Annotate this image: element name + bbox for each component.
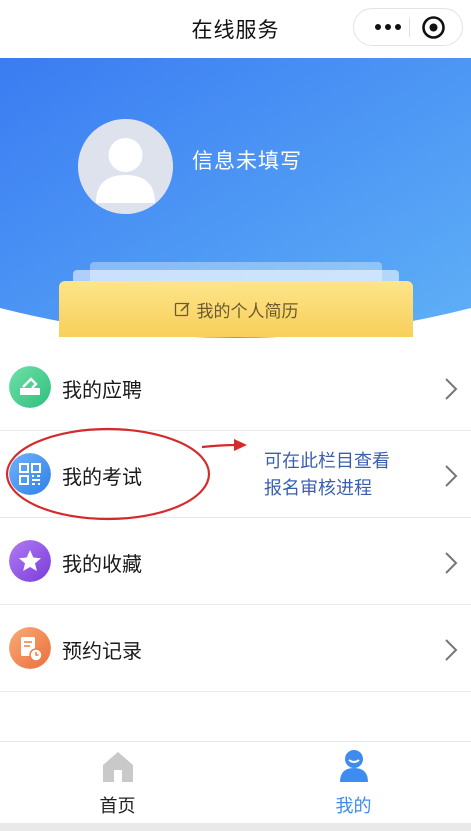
user-icon <box>340 750 368 782</box>
home-icon <box>103 752 133 782</box>
application-tray-icon <box>9 366 51 408</box>
default-avatar-icon[interactable] <box>78 119 173 214</box>
capsule-divider <box>409 18 410 37</box>
tab-home[interactable]: 首页 <box>0 742 235 828</box>
tab-mine[interactable]: 我的 <box>236 742 471 828</box>
record-clock-icon <box>9 627 51 669</box>
annotation-line: 可在此栏目查看 <box>264 451 390 472</box>
chevron-right-icon <box>445 552 458 574</box>
home-indicator-strip <box>0 823 471 831</box>
menu-item-my-favorites[interactable]: 我的收藏 <box>0 518 471 605</box>
menu-item-my-applications[interactable]: 我的应聘 <box>0 344 471 431</box>
my-resume-button[interactable]: 我的个人简历 <box>59 281 413 337</box>
star-icon <box>9 540 51 582</box>
annotation-note: 可在此栏目查看 报名审核进程 <box>264 448 434 502</box>
chevron-right-icon <box>445 639 458 661</box>
edit-icon <box>174 301 190 316</box>
title-bar: 在线服务 <box>0 0 471 58</box>
chevron-right-icon <box>445 465 458 487</box>
menu-item-label: 我的考试 <box>62 465 142 489</box>
menu-item-label: 我的应聘 <box>62 378 142 402</box>
profile-name-status[interactable]: 信息未填写 <box>192 145 302 175</box>
mini-program-capsule <box>353 8 463 46</box>
resume-button-label: 我的个人简历 <box>196 301 299 322</box>
grid-qr-icon <box>9 453 51 495</box>
menu-item-label: 预约记录 <box>62 639 142 663</box>
annotation-line: 报名审核进程 <box>264 478 372 499</box>
menu-item-label: 我的收藏 <box>62 552 142 576</box>
target-circle-icon[interactable] <box>421 15 446 40</box>
more-dots-icon[interactable] <box>368 9 408 45</box>
tab-label: 首页 <box>99 796 136 817</box>
bottom-tab-bar: 首页 我的 <box>0 741 471 831</box>
chevron-right-icon <box>445 378 458 400</box>
tab-label: 我的 <box>335 796 372 817</box>
menu-item-booking-records[interactable]: 预约记录 <box>0 605 471 692</box>
menu-list: 我的应聘 我的考试 我的收藏 预约记录 <box>0 344 471 692</box>
